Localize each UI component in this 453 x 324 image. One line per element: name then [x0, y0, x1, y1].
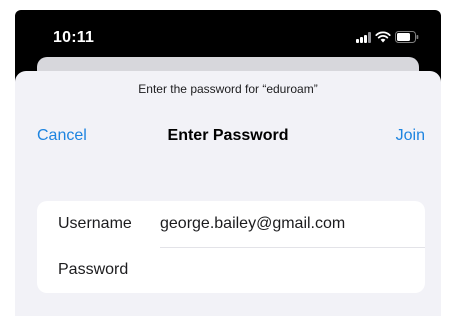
status-icons	[356, 30, 419, 44]
password-field[interactable]	[160, 255, 410, 285]
username-label: Username	[58, 215, 132, 232]
wifi-icon	[375, 31, 391, 43]
cancel-button[interactable]: Cancel	[37, 127, 87, 145]
status-time: 10:11	[53, 29, 95, 46]
phone-screen: 10:11 Enter the password for “eduroam” C…	[15, 10, 441, 316]
password-sheet: Enter the password for “eduroam” Cancel …	[15, 71, 441, 316]
battery-icon	[395, 31, 419, 43]
join-button[interactable]: Join	[396, 127, 425, 145]
credentials-form: Username Password	[37, 201, 425, 293]
password-label: Password	[58, 261, 129, 278]
username-field[interactable]	[160, 209, 410, 239]
username-row: Username	[37, 201, 425, 247]
network-prompt: Enter the password for “eduroam”	[138, 82, 318, 96]
cellular-signal-icon	[356, 31, 371, 43]
status-bar: 10:11	[15, 10, 441, 54]
password-row: Password	[37, 247, 425, 293]
